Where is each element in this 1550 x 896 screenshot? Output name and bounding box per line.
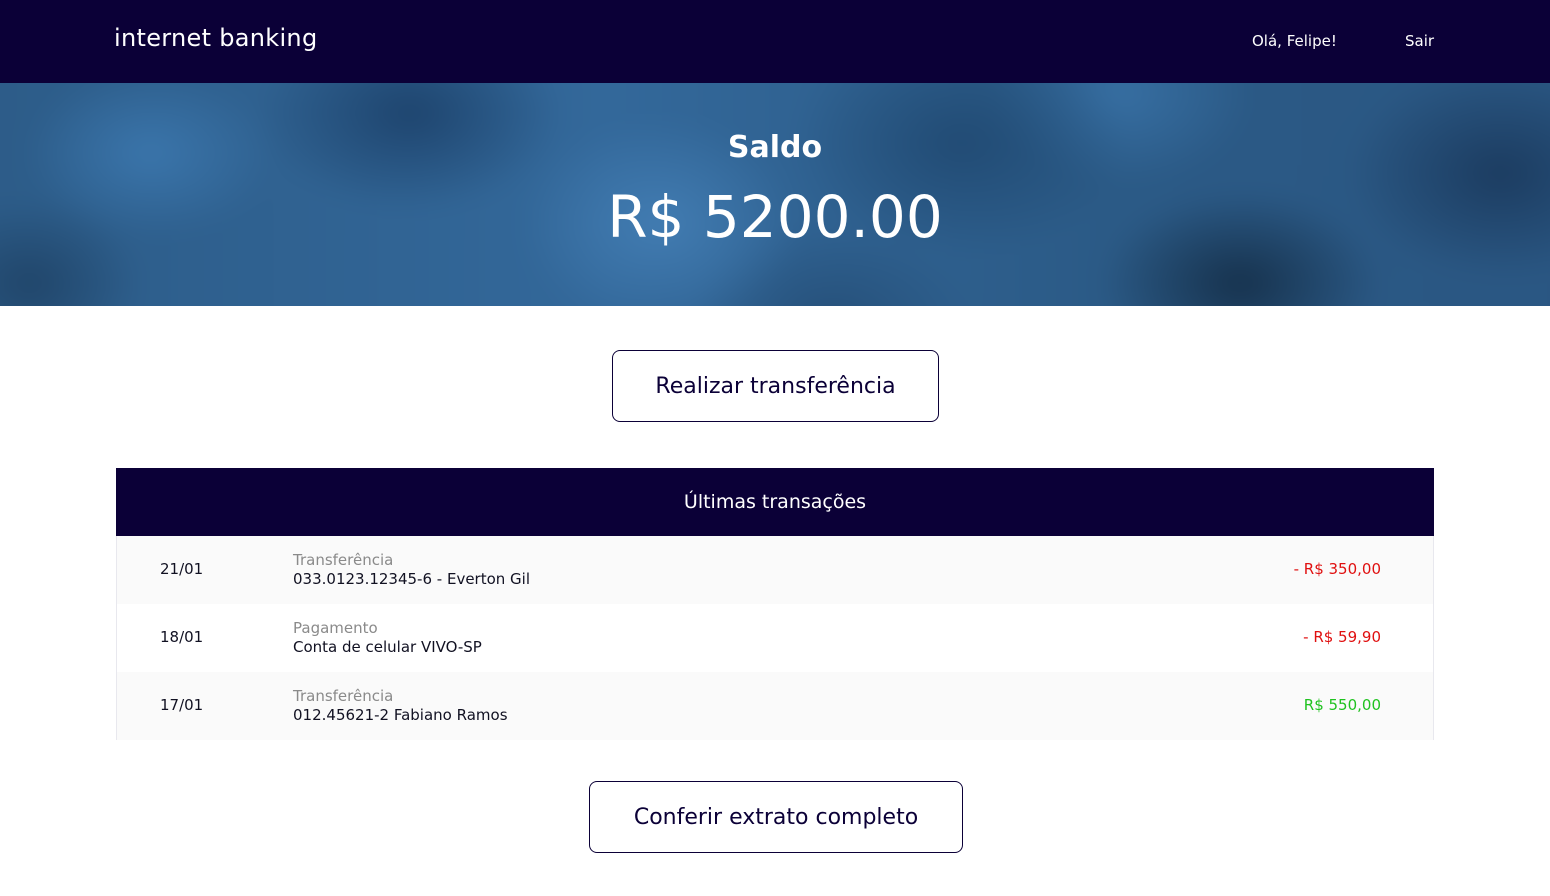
balance-banner: Saldo R$ 5200.00 <box>0 83 1550 306</box>
transaction-date: 17/01 <box>160 696 204 714</box>
transaction-description: Conta de celular VIVO-SP <box>293 638 482 656</box>
transaction-amount: - R$ 59,90 <box>1303 628 1381 646</box>
transfer-button[interactable]: Realizar transferência <box>612 350 939 422</box>
recent-transactions-panel: Últimas transações 21/01 Transferência 0… <box>116 468 1434 740</box>
balance-amount: R$ 5200.00 <box>607 183 943 251</box>
transaction-row: 18/01 Pagamento Conta de celular VIVO-SP… <box>117 604 1433 672</box>
full-statement-button[interactable]: Conferir extrato completo <box>589 781 963 853</box>
transaction-type: Pagamento <box>293 619 378 637</box>
transaction-amount: - R$ 350,00 <box>1293 560 1381 578</box>
transaction-amount: R$ 550,00 <box>1303 696 1381 714</box>
balance-title: Saldo <box>727 130 823 165</box>
transactions-title: Últimas transações <box>116 468 1434 536</box>
transaction-date: 21/01 <box>160 560 204 578</box>
transaction-row: 21/01 Transferência 033.0123.12345-6 - E… <box>117 536 1433 604</box>
transaction-description: 012.45621-2 Fabiano Ramos <box>293 706 508 724</box>
transaction-row: 17/01 Transferência 012.45621-2 Fabiano … <box>117 672 1433 740</box>
transaction-description: 033.0123.12345-6 - Everton Gil <box>293 570 531 588</box>
brand-logo[interactable]: internet banking <box>114 24 317 52</box>
user-greeting: Olá, Felipe! <box>1252 32 1337 50</box>
logout-link[interactable]: Sair <box>1405 32 1434 50</box>
transaction-type: Transferência <box>293 687 394 705</box>
transaction-type: Transferência <box>293 551 394 569</box>
transaction-date: 18/01 <box>160 628 204 646</box>
top-navbar: internet banking Olá, Felipe! Sair <box>0 0 1550 83</box>
